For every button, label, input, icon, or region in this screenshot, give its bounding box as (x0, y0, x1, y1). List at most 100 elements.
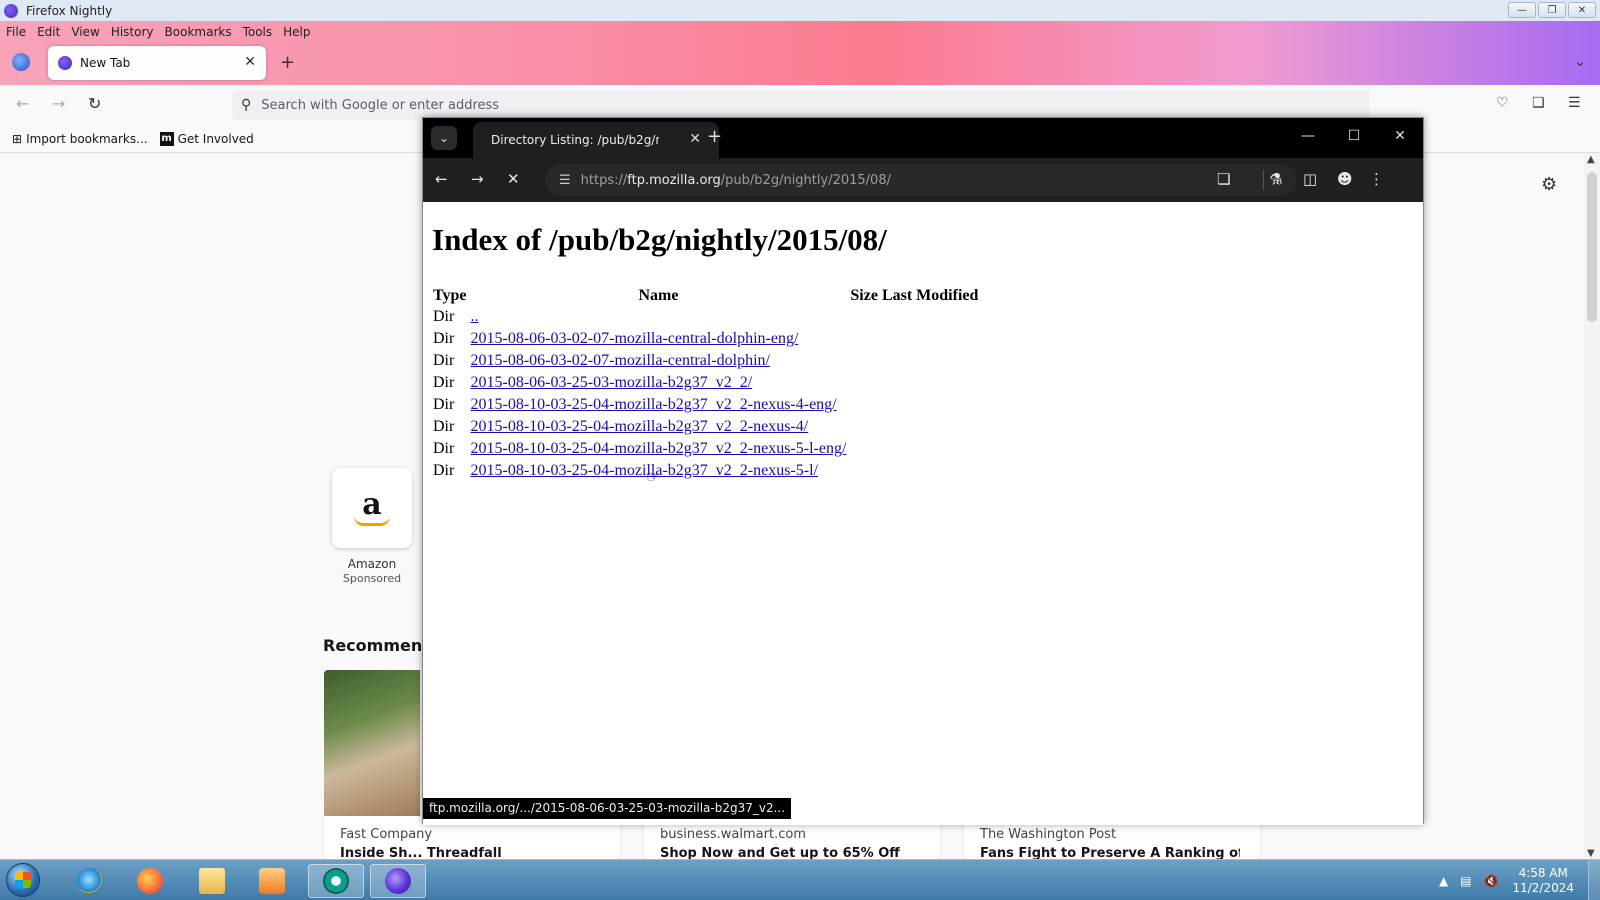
tab-favicon-icon (58, 56, 72, 70)
menu-file[interactable]: File (6, 25, 26, 39)
menu-edit[interactable]: Edit (37, 25, 60, 39)
table-row: Dir 2015-08-10-03-25-04-mozilla-b2g37_v2_… (431, 438, 980, 460)
restore-button[interactable]: ❐ (1538, 2, 1566, 18)
list-all-tabs-chevron-icon[interactable]: ⌄ (1574, 54, 1586, 70)
profile-avatar-icon[interactable]: ☻ (1337, 170, 1353, 188)
row-type: Dir (433, 352, 455, 369)
get-involved-link[interactable]: m Get Involved (159, 131, 254, 146)
chrome-forward-arrow-icon[interactable]: → (471, 170, 484, 188)
taskbar-firefox[interactable] (122, 864, 178, 898)
address-placeholder: Search with Google or enter address (261, 97, 500, 113)
search-icon: ⚲ (241, 97, 252, 113)
site-info-tune-icon[interactable]: ☰ (559, 173, 571, 188)
forward-arrow-icon[interactable]: → (52, 94, 65, 113)
hand-cursor-icon: ☞ (646, 469, 661, 486)
chrome-omnibox[interactable]: ☰ https://ftp.mozilla.org/pub/b2g/nightl… (545, 164, 1297, 196)
tab-new-tab[interactable]: New Tab ✕ (48, 46, 266, 80)
row-type: Dir (433, 396, 455, 413)
directory-link[interactable]: 2015-08-10-03-25-04-mozilla-b2g37_v2_2-n… (470, 396, 836, 413)
menu-tools[interactable]: Tools (243, 25, 273, 39)
directory-link[interactable]: .. (470, 308, 478, 325)
new-tab-plus-icon[interactable]: + (280, 52, 295, 73)
taskbar-chrome-canary[interactable] (308, 864, 364, 898)
row-type: Dir (433, 440, 455, 457)
directory-link[interactable]: 2015-08-06-03-25-03-mozilla-b2g37_v2_2/ (470, 374, 752, 391)
chrome-minimize-icon[interactable]: — (1285, 118, 1331, 154)
extensions-puzzle-icon[interactable]: ❏ (1532, 95, 1545, 111)
start-button[interactable] (6, 863, 40, 897)
chrome-tab-directory-listing[interactable]: Directory Listing: /pub/b2g/nightly/2015… (473, 122, 719, 158)
card-title: Shop Now and Get up to 65% Off (660, 846, 900, 860)
import-icon: ⊞ (12, 131, 23, 146)
tab-search-chevron-icon[interactable]: ⌄ (431, 126, 457, 150)
show-desktop-button[interactable] (1588, 860, 1600, 900)
chrome-icon (323, 868, 349, 894)
show-hidden-icons-chevron-icon[interactable]: ▲ (1439, 874, 1448, 888)
clock[interactable]: 4:58 AM 11/2/2024 (1512, 866, 1574, 896)
chrome-window: ⌄ Directory Listing: /pub/b2g/nightly/20… (422, 117, 1424, 825)
mozilla-m-icon: m (159, 131, 174, 146)
firefox-icon (137, 868, 163, 894)
close-window-button[interactable]: ✕ (1568, 2, 1596, 18)
taskbar-media-player[interactable] (244, 864, 300, 898)
row-type: Dir (433, 374, 455, 391)
chrome-menu-dots-icon[interactable]: ⋮ (1369, 170, 1384, 188)
column-size-last-modified: Size Last Modified (850, 286, 979, 304)
network-icon[interactable]: ▤ (1460, 874, 1471, 888)
row-type: Dir (433, 330, 455, 347)
chrome-close-icon[interactable]: ✕ (1377, 118, 1423, 154)
directory-link[interactable]: 2015-08-10-03-25-04-mozilla-b2g37_v2_2-n… (470, 440, 846, 457)
menu-help[interactable]: Help (283, 25, 310, 39)
back-arrow-icon[interactable]: ← (16, 94, 29, 113)
menu-history[interactable]: History (111, 25, 154, 39)
firefox-view-icon[interactable] (12, 53, 30, 71)
top-site-amazon[interactable]: a (332, 468, 412, 548)
menu-view[interactable]: View (71, 25, 99, 39)
directory-link[interactable]: 2015-08-06-03-02-07-mozilla-central-dolp… (470, 352, 769, 369)
table-row: Dir 2015-08-06-03-25-03-mozilla-b2g37_v2_… (431, 372, 980, 394)
taskbar-file-explorer[interactable] (184, 864, 240, 898)
scrollbar-thumb[interactable] (1587, 172, 1597, 322)
pocket-icon[interactable]: ♡ (1496, 95, 1509, 111)
chrome-extensions-icon[interactable]: ❏ (1217, 170, 1230, 188)
row-type: Dir (433, 462, 455, 479)
directory-link[interactable]: 2015-08-10-03-25-04-mozilla-b2g37_v2_2-n… (470, 418, 808, 435)
table-row: Dir 2015-08-10-03-25-04-mozilla-b2g37_v2_… (431, 416, 980, 438)
recommended-card-image[interactable] (324, 670, 420, 816)
chrome-back-arrow-icon[interactable]: ← (435, 170, 448, 188)
row-type: Dir (433, 308, 455, 325)
tab-close-icon[interactable]: ✕ (244, 54, 256, 70)
page-scrollbar[interactable]: ▲ ▼ (1584, 154, 1600, 859)
stop-loading-icon[interactable]: ✕ (507, 170, 520, 188)
card-title: Inside Sh... Threadfall (340, 846, 502, 860)
toolbar-separator (1263, 170, 1264, 190)
card-source: The Washington Post (980, 827, 1117, 842)
chrome-tab-strip: ⌄ Directory Listing: /pub/b2g/nightly/20… (423, 118, 1423, 158)
column-type: Type (433, 286, 467, 304)
reload-icon[interactable]: ↻ (88, 94, 101, 113)
chrome-tab-close-icon[interactable]: ✕ (689, 131, 701, 147)
window-controls: — ❐ ✕ (1508, 2, 1596, 18)
directory-link[interactable]: 2015-08-06-03-02-07-mozilla-central-dolp… (470, 330, 798, 347)
firefox-titlebar: Firefox Nightly — ❐ ✕ (0, 0, 1600, 21)
volume-muted-icon[interactable]: 🔇 (1484, 874, 1499, 888)
address-bar[interactable]: ⚲ Search with Google or enter address (232, 90, 1370, 120)
chrome-new-tab-plus-icon[interactable]: + (707, 126, 722, 147)
minimize-button[interactable]: — (1508, 2, 1536, 18)
personalize-gear-icon[interactable]: ⚙ (1541, 174, 1557, 195)
taskbar-firefox-nightly[interactable] (370, 864, 426, 898)
scroll-up-icon[interactable]: ▲ (1587, 154, 1595, 165)
import-bookmarks-link[interactable]: ⊞ Import bookmarks... (12, 132, 148, 146)
amazon-smile-icon (354, 516, 390, 526)
hamburger-menu-icon[interactable]: ☰ (1568, 95, 1581, 111)
labs-flask-icon[interactable]: ⚗ (1269, 170, 1282, 188)
directory-link[interactable]: 2015-08-10-03-25-04-mozilla-b2g37_v2_2-n… (470, 462, 817, 479)
taskbar-internet-explorer[interactable] (62, 864, 118, 898)
side-panel-icon[interactable]: ◫ (1303, 170, 1317, 188)
omnibox-url: https://ftp.mozilla.org/pub/b2g/nightly/… (581, 173, 891, 188)
scroll-down-icon[interactable]: ▼ (1587, 848, 1595, 859)
menu-bookmarks[interactable]: Bookmarks (165, 25, 232, 39)
chrome-maximize-icon[interactable]: ☐ (1331, 118, 1377, 154)
table-header-row: Type Name Size Last Modified (431, 284, 980, 306)
top-site-sponsored: Sponsored (342, 572, 402, 585)
